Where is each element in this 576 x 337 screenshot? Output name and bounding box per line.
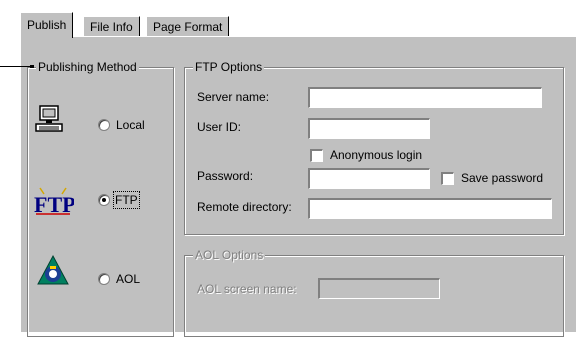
remote-directory-input[interactable] bbox=[308, 198, 552, 219]
remote-directory-label: Remote directory: bbox=[197, 200, 292, 214]
aol-label[interactable]: AOL bbox=[116, 271, 140, 287]
ftp-label[interactable]: FTP bbox=[113, 191, 140, 209]
ftp-logo-icon: FTP bbox=[34, 187, 74, 216]
password-input[interactable] bbox=[308, 168, 430, 189]
anonymous-login-checkbox[interactable] bbox=[310, 149, 323, 162]
password-label: Password: bbox=[197, 169, 254, 183]
save-password-label[interactable]: Save password bbox=[461, 170, 543, 186]
user-id-label: User ID: bbox=[197, 120, 242, 134]
anonymous-login-label[interactable]: Anonymous login bbox=[330, 147, 422, 163]
tab-file-info[interactable]: File Info bbox=[83, 16, 140, 38]
server-name-input[interactable] bbox=[308, 87, 542, 108]
ftp-options-group: FTP Options Server name: User ID: Anonym… bbox=[184, 59, 564, 235]
aol-screen-name-input[interactable] bbox=[318, 278, 440, 299]
computer-icon bbox=[35, 105, 63, 132]
tab-publish[interactable]: Publish bbox=[20, 12, 74, 38]
aol-radio[interactable] bbox=[98, 273, 110, 285]
server-name-label: Server name: bbox=[197, 90, 270, 104]
tab-file-info-label: File Info bbox=[90, 20, 133, 34]
publish-dialog: Publish File Info Page Format Publishing… bbox=[0, 0, 576, 337]
aol-screen-name-label: AOL screen name: bbox=[197, 282, 297, 296]
tab-publish-label: Publish bbox=[27, 18, 67, 32]
aol-logo-icon bbox=[37, 254, 69, 285]
ftp-radio[interactable] bbox=[98, 194, 110, 206]
tab-page-format[interactable]: Page Format bbox=[146, 16, 230, 38]
publishing-method-group: Publishing Method Local FTP FTP AOL bbox=[27, 59, 174, 337]
user-id-input[interactable] bbox=[308, 118, 430, 139]
save-password-checkbox[interactable] bbox=[441, 172, 454, 185]
tab-page-format-label: Page Format bbox=[153, 20, 223, 34]
svg-text:FTP: FTP bbox=[34, 192, 74, 216]
local-radio[interactable] bbox=[98, 119, 110, 131]
local-label[interactable]: Local bbox=[116, 117, 145, 133]
publishing-method-title: Publishing Method bbox=[36, 59, 139, 75]
ftp-options-title: FTP Options bbox=[193, 59, 265, 75]
aol-options-title: AOL Options bbox=[193, 247, 266, 263]
publish-tab-panel: Publishing Method Local FTP FTP AOL FTP … bbox=[20, 36, 576, 337]
callout-line bbox=[0, 65, 34, 68]
aol-options-group: AOL Options AOL screen name: bbox=[184, 247, 564, 337]
